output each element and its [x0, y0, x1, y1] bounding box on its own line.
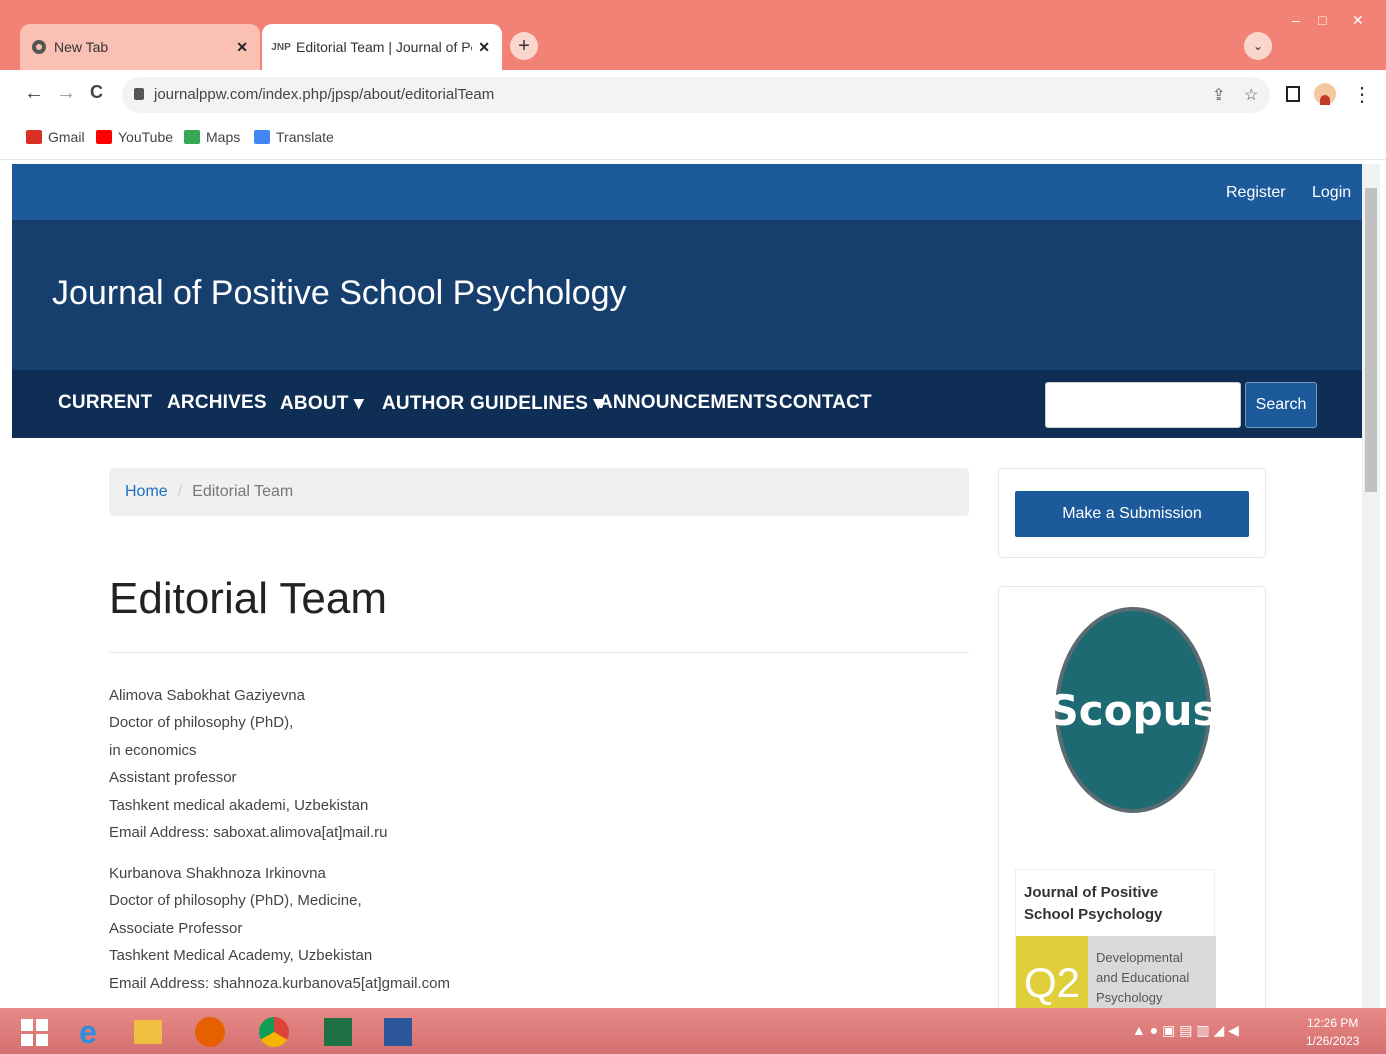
member-email: Email Address: shahnoza.kurbanova5[at]gm…: [109, 974, 451, 992]
scrollbar-thumb[interactable]: [1365, 188, 1377, 492]
member-position: Assistant professor: [109, 769, 237, 787]
extensions-icon[interactable]: [1286, 86, 1300, 102]
page-viewport: Register Login Journal of Positive Schoo…: [12, 164, 1362, 1008]
scopus-logo[interactable]: Scopus: [1049, 611, 1217, 809]
login-link[interactable]: Login: [1312, 184, 1351, 202]
bookmark-star-icon[interactable]: ☆: [1244, 85, 1258, 105]
site-header: Journal of Positive School Psychology: [12, 220, 1362, 370]
start-button[interactable]: [12, 1012, 56, 1052]
windows-logo-icon: [20, 1018, 48, 1046]
tab-new-tab[interactable]: New Tab ✕: [20, 24, 260, 70]
breadcrumb-current: Editorial Team: [192, 483, 294, 500]
profile-avatar-icon[interactable]: [1314, 83, 1336, 105]
taskbar-clock[interactable]: 12:26 PM 1/26/2023: [1306, 1014, 1359, 1050]
file-explorer-icon[interactable]: [126, 1012, 170, 1052]
breadcrumb-separator: /: [177, 483, 183, 500]
member-degree: Doctor of philosophy (PhD),: [109, 714, 294, 732]
youtube-icon: [96, 130, 112, 144]
tab-title: New Tab: [54, 39, 109, 55]
jpsp-favicon: JNP: [271, 41, 291, 53]
title-divider: [109, 652, 969, 653]
excel-icon[interactable]: [316, 1012, 360, 1052]
share-icon[interactable]: ⇪: [1212, 85, 1225, 105]
submission-block: Make a Submission: [998, 468, 1266, 558]
user-bar: Register Login: [12, 164, 1362, 220]
bookmark-label: YouTube: [118, 129, 174, 145]
bookmark-label: Gmail: [48, 129, 85, 145]
forward-icon[interactable]: →: [56, 82, 76, 105]
make-submission-button[interactable]: Make a Submission: [1015, 491, 1249, 537]
minimize-icon[interactable]: –: [1292, 12, 1300, 28]
url-text[interactable]: journalppw.com/index.php/jpsp/about/edit…: [154, 86, 494, 103]
clock-date: 1/26/2023: [1306, 1034, 1360, 1048]
member-affiliation: Tashkent medical akademi, Uzbekistan: [109, 796, 369, 814]
editorial-member: Kurbanova Shakhnoza Irkinovna Doctor of …: [109, 860, 450, 997]
member-email: Email Address: saboxat.alimova[at]mail.r…: [109, 824, 388, 842]
member-affiliation: Tashkent Medical Academy, Uzbekistan: [109, 947, 373, 965]
word-icon[interactable]: [376, 1012, 420, 1052]
nav-author-guidelines[interactable]: AUTHOR GUIDELINES ▾: [382, 392, 603, 415]
system-tray-icons[interactable]: ▲ ● ▣ ▤ ▥ ◢ ◀: [1132, 1022, 1239, 1039]
translate-icon: [254, 130, 270, 144]
internet-explorer-icon[interactable]: e: [66, 1012, 110, 1052]
window-close-icon[interactable]: ✕: [1352, 12, 1364, 29]
close-tab-icon[interactable]: ✕: [236, 39, 248, 56]
site-name[interactable]: Journal of Positive School Psychology: [52, 274, 627, 313]
indexing-block: Scopus Journal of Positive School Psycho…: [998, 586, 1266, 1008]
register-link[interactable]: Register: [1226, 184, 1286, 202]
bookmark-label: Translate: [276, 129, 334, 145]
scopus-logo-text: Scopus: [1048, 685, 1218, 735]
tab-editorial-team[interactable]: JNP Editorial Team | Journal of Positi ✕: [262, 24, 502, 70]
lock-icon: [134, 88, 144, 100]
bookmark-gmail[interactable]: Gmail: [26, 129, 85, 145]
nav-current[interactable]: CURRENT: [58, 392, 152, 414]
clock-time: 12:26 PM: [1307, 1016, 1359, 1030]
nav-about[interactable]: ABOUT ▾: [280, 392, 364, 415]
new-tab-button[interactable]: +: [510, 32, 538, 60]
breadcrumb: Home / Editorial Team: [109, 468, 969, 516]
page-title: Editorial Team: [109, 574, 387, 623]
tab-search-icon[interactable]: ⌄: [1244, 32, 1272, 60]
nav-archives[interactable]: ARCHIVES: [167, 392, 267, 414]
member-name: Kurbanova Shakhnoza Irkinovna: [109, 865, 326, 882]
editorial-member: Alimova Sabokhat Gaziyevna Doctor of phi…: [109, 682, 387, 846]
breadcrumb-home-link[interactable]: Home: [125, 483, 168, 501]
main-navigation: CURRENT ARCHIVES ABOUT ▾ AUTHOR GUIDELIN…: [12, 370, 1362, 438]
gmail-icon: [26, 130, 42, 144]
chrome-taskbar-icon[interactable]: [252, 1012, 296, 1052]
member-position: Associate Professor: [109, 919, 243, 937]
member-field: in economics: [109, 741, 197, 759]
search-button[interactable]: Search: [1245, 382, 1317, 428]
back-icon[interactable]: ←: [24, 82, 44, 105]
maximize-icon[interactable]: □: [1318, 12, 1326, 28]
nav-contact[interactable]: CONTACT: [779, 392, 872, 414]
member-degree: Doctor of philosophy (PhD), Medicine,: [109, 892, 362, 910]
firefox-icon[interactable]: [188, 1012, 232, 1052]
bookmark-maps[interactable]: Maps: [184, 129, 240, 145]
bookmark-youtube[interactable]: YouTube: [96, 129, 173, 145]
search-input[interactable]: [1045, 382, 1241, 428]
close-tab-icon[interactable]: ✕: [478, 39, 490, 56]
reload-icon[interactable]: C: [90, 82, 103, 103]
sjr-widget[interactable]: Journal of Positive School Psychology Q2…: [1015, 869, 1216, 1008]
sjr-quartile: Q2: [1016, 936, 1088, 1008]
member-name: Alimova Sabokhat Gaziyevna: [109, 687, 305, 704]
menu-kebab-icon[interactable]: ⋮: [1352, 82, 1372, 107]
nav-announcements[interactable]: ANNOUNCEMENTS: [599, 392, 778, 414]
sjr-journal-title: Journal of Positive School Psychology: [1024, 884, 1163, 923]
tab-title: Editorial Team | Journal of Positi: [296, 39, 472, 55]
chrome-icon: [32, 40, 46, 54]
bookmark-translate[interactable]: Translate: [254, 129, 334, 145]
bookmark-label: Maps: [206, 129, 241, 145]
sjr-category: Developmental and Educational Psychology: [1088, 936, 1216, 1008]
maps-icon: [184, 130, 200, 144]
